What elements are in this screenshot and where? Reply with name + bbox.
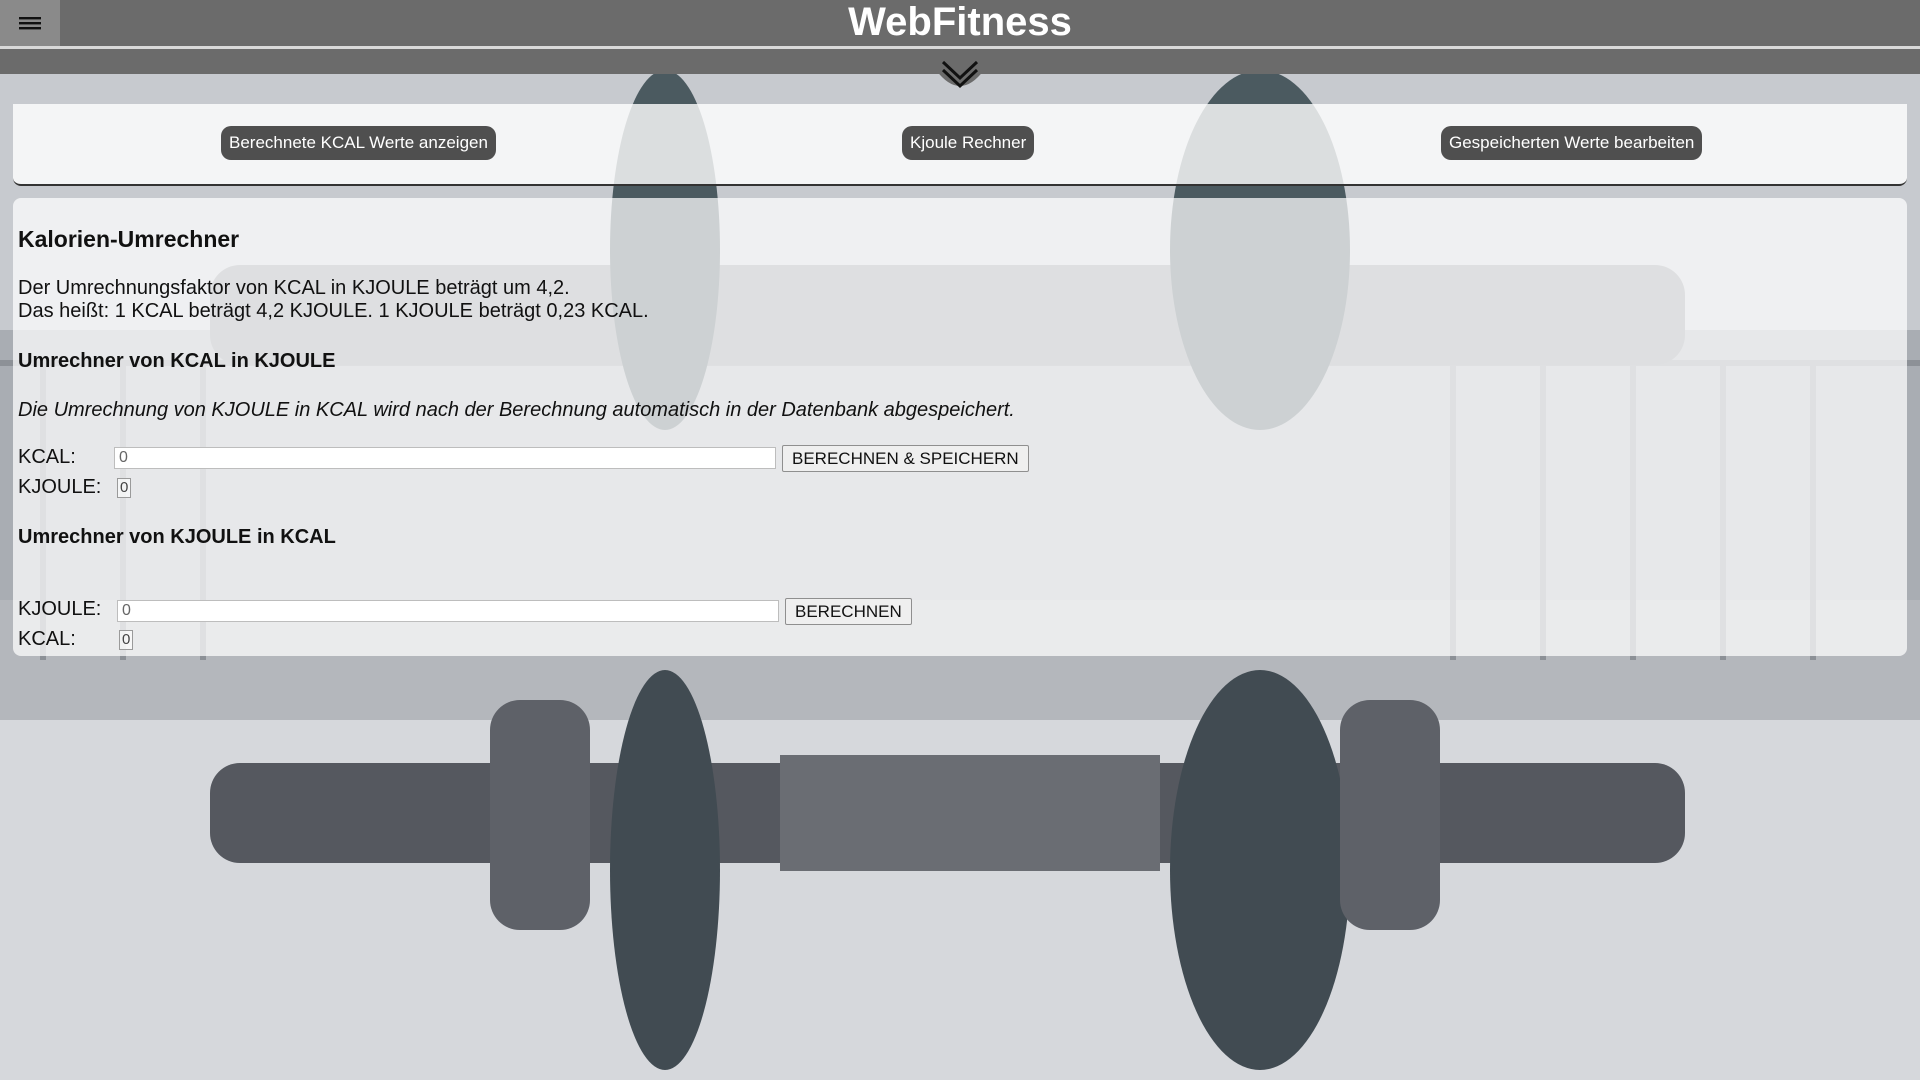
- kjoule-input-label: KJOULE:: [18, 598, 102, 620]
- kcal-to-kjoule-title: Umrechner von KCAL in KJOULE: [18, 350, 336, 372]
- show-kcal-values-button[interactable]: Berechnete KCAL Werte anzeigen: [221, 126, 496, 160]
- calculate-button[interactable]: BERECHNEN: [785, 598, 912, 625]
- kjoule-calculator-button[interactable]: Kjoule Rechner: [902, 126, 1035, 160]
- top-bar: WebFitness: [0, 0, 1920, 49]
- menu-button[interactable]: [0, 0, 60, 46]
- kcal-input[interactable]: [114, 447, 776, 469]
- kjoule-to-kcal-title: Umrechner von KJOULE in KCAL: [18, 526, 336, 548]
- navigation-panel: Berechnete KCAL Werte anzeigen Kjoule Re…: [13, 104, 1907, 186]
- page-title: Kalorien-Umrechner: [18, 226, 240, 252]
- kcal-output-label: KCAL:: [18, 628, 76, 650]
- kjoule-output-value: 0: [117, 478, 132, 498]
- hamburger-menu-icon: [19, 17, 41, 30]
- expand-nav-button[interactable]: [934, 50, 986, 98]
- kjoule-input[interactable]: [117, 600, 779, 622]
- calorie-converter-panel: Kalorien-Umrechner Der Umrechnungsfaktor…: [13, 198, 1907, 656]
- kcal-output-value: 0: [119, 630, 134, 650]
- kcal-input-label: KCAL:: [18, 446, 76, 468]
- double-chevron-down-icon: [936, 50, 984, 89]
- conversion-factor-text: Der Umrechnungsfaktor von KCAL in KJOULE…: [18, 277, 570, 299]
- auto-save-note: Die Umrechnung von KJOULE in KCAL wird n…: [18, 399, 1015, 421]
- kjoule-output-label: KJOULE:: [18, 476, 102, 498]
- edit-saved-values-button[interactable]: Gespeicherten Werte bearbeiten: [1441, 126, 1703, 160]
- conversion-example-text: Das heißt: 1 KCAL beträgt 4,2 KJOULE. 1 …: [18, 300, 649, 322]
- app-title: WebFitness: [848, 0, 1072, 44]
- calculate-and-save-button[interactable]: BERECHNEN & SPEICHERN: [782, 445, 1029, 472]
